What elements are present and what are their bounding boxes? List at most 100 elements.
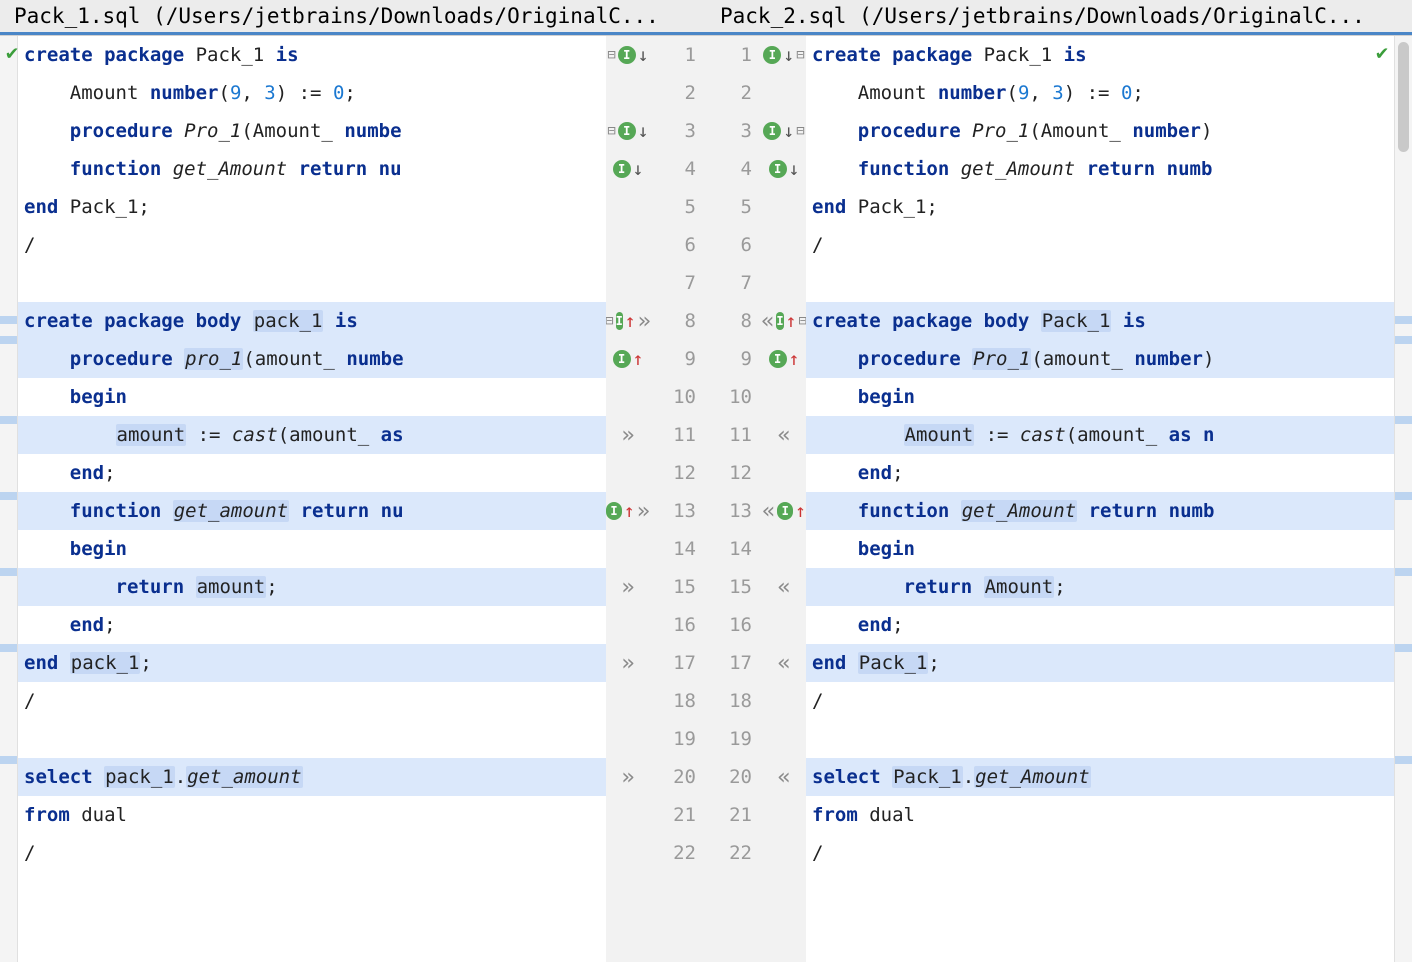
code-line[interactable]: end Pack_1;: [18, 188, 606, 226]
line-number[interactable]: 6: [706, 226, 762, 264]
line-number[interactable]: 2: [650, 74, 706, 112]
line-number[interactable]: 4: [650, 150, 706, 188]
apply-left-icon[interactable]: «: [777, 651, 790, 676]
usages-icon[interactable]: [613, 160, 631, 178]
usages-icon[interactable]: [776, 312, 783, 330]
code-line[interactable]: select pack_1.get_amount: [18, 758, 606, 796]
usages-icon[interactable]: [613, 350, 631, 368]
line-number[interactable]: 8: [706, 302, 762, 340]
line-number[interactable]: 21: [650, 796, 706, 834]
stripe-marker[interactable]: [1395, 756, 1412, 764]
code-line[interactable]: begin: [806, 530, 1412, 568]
usages-icon[interactable]: [769, 350, 787, 368]
apply-right-icon[interactable]: »: [621, 575, 634, 600]
code-line[interactable]: create package Pack_1 is: [806, 36, 1412, 74]
line-number[interactable]: 19: [706, 720, 762, 758]
code-line[interactable]: /: [806, 834, 1412, 872]
apply-left-icon[interactable]: «: [761, 309, 774, 334]
apply-left-icon[interactable]: «: [777, 765, 790, 790]
line-number[interactable]: 20: [706, 758, 762, 796]
apply-right-icon[interactable]: »: [621, 765, 634, 790]
line-number[interactable]: 18: [706, 682, 762, 720]
line-number[interactable]: 19: [650, 720, 706, 758]
code-line[interactable]: begin: [18, 378, 606, 416]
code-line[interactable]: end pack_1;: [18, 644, 606, 682]
apply-right-icon[interactable]: »: [637, 499, 650, 524]
tab-right-file[interactable]: Pack_2.sql (/Users/jetbrains/Downloads/O…: [706, 0, 1412, 35]
line-number[interactable]: 14: [706, 530, 762, 568]
code-line[interactable]: function get_Amount return numb: [806, 492, 1412, 530]
code-line[interactable]: procedure Pro_1(amount_ number): [806, 340, 1412, 378]
code-line[interactable]: end Pack_1;: [806, 188, 1412, 226]
line-number[interactable]: 15: [706, 568, 762, 606]
code-line[interactable]: /: [806, 226, 1412, 264]
line-number[interactable]: 9: [650, 340, 706, 378]
line-number[interactable]: 1: [650, 36, 706, 74]
code-line[interactable]: end;: [806, 606, 1412, 644]
line-number[interactable]: 17: [650, 644, 706, 682]
code-line[interactable]: end;: [18, 606, 606, 644]
apply-right-icon[interactable]: »: [638, 309, 651, 334]
code-line[interactable]: [806, 720, 1412, 758]
usages-icon[interactable]: [769, 160, 787, 178]
line-number[interactable]: 9: [706, 340, 762, 378]
line-number[interactable]: 17: [706, 644, 762, 682]
usages-icon[interactable]: [618, 122, 636, 140]
line-number[interactable]: 5: [650, 188, 706, 226]
line-number[interactable]: 7: [650, 264, 706, 302]
fold-icon[interactable]: ⊟: [607, 123, 615, 139]
right-code-area[interactable]: create package Pack_1 is Amount number(9…: [806, 36, 1412, 962]
code-line[interactable]: /: [18, 834, 606, 872]
code-line[interactable]: return Amount;: [806, 568, 1412, 606]
code-line[interactable]: procedure pro_1(amount_ numbe: [18, 340, 606, 378]
code-line[interactable]: [18, 264, 606, 302]
line-number[interactable]: 10: [706, 378, 762, 416]
line-number[interactable]: 13: [650, 492, 706, 530]
stripe-marker[interactable]: [1395, 416, 1412, 424]
line-number[interactable]: 16: [706, 606, 762, 644]
usages-icon[interactable]: [777, 502, 793, 520]
code-line[interactable]: begin: [806, 378, 1412, 416]
code-line[interactable]: function get_amount return nu: [18, 492, 606, 530]
stripe-marker[interactable]: [1395, 492, 1412, 500]
code-line[interactable]: create package Pack_1 is: [18, 36, 606, 74]
usages-icon[interactable]: [763, 122, 781, 140]
code-line[interactable]: end Pack_1;: [806, 644, 1412, 682]
code-line[interactable]: [806, 264, 1412, 302]
code-line[interactable]: create package body pack_1 is: [18, 302, 606, 340]
line-number[interactable]: 4: [706, 150, 762, 188]
line-number[interactable]: 18: [650, 682, 706, 720]
line-number[interactable]: 22: [706, 834, 762, 872]
usages-icon[interactable]: [618, 46, 636, 64]
code-line[interactable]: select Pack_1.get_Amount: [806, 758, 1412, 796]
fold-icon[interactable]: ⊟: [605, 313, 613, 329]
code-line[interactable]: amount := cast(amount_ as: [18, 416, 606, 454]
code-line[interactable]: [18, 720, 606, 758]
usages-icon[interactable]: [763, 46, 781, 64]
line-number[interactable]: 13: [706, 492, 762, 530]
code-line[interactable]: Amount number(9, 3) := 0;: [806, 74, 1412, 112]
stripe-marker[interactable]: [1395, 644, 1412, 652]
apply-right-icon[interactable]: »: [621, 651, 634, 676]
code-line[interactable]: procedure Pro_1(Amount_ numbe: [18, 112, 606, 150]
line-number[interactable]: 16: [650, 606, 706, 644]
code-line[interactable]: from dual: [806, 796, 1412, 834]
code-line[interactable]: /: [806, 682, 1412, 720]
fold-icon[interactable]: ⊟: [607, 47, 615, 63]
line-number[interactable]: 3: [706, 112, 762, 150]
line-number[interactable]: 3: [650, 112, 706, 150]
usages-icon[interactable]: [606, 502, 622, 520]
line-number[interactable]: 22: [650, 834, 706, 872]
line-number[interactable]: 11: [706, 416, 762, 454]
code-line[interactable]: Amount := cast(amount_ as n: [806, 416, 1412, 454]
line-number[interactable]: 21: [706, 796, 762, 834]
code-line[interactable]: return amount;: [18, 568, 606, 606]
apply-right-icon[interactable]: »: [621, 423, 634, 448]
code-line[interactable]: from dual: [18, 796, 606, 834]
line-number[interactable]: 15: [650, 568, 706, 606]
line-number[interactable]: 8: [650, 302, 706, 340]
code-line[interactable]: end;: [806, 454, 1412, 492]
stripe-marker[interactable]: [1395, 568, 1412, 576]
fold-icon[interactable]: ⊟: [796, 47, 804, 63]
code-line[interactable]: function get_Amount return numb: [806, 150, 1412, 188]
